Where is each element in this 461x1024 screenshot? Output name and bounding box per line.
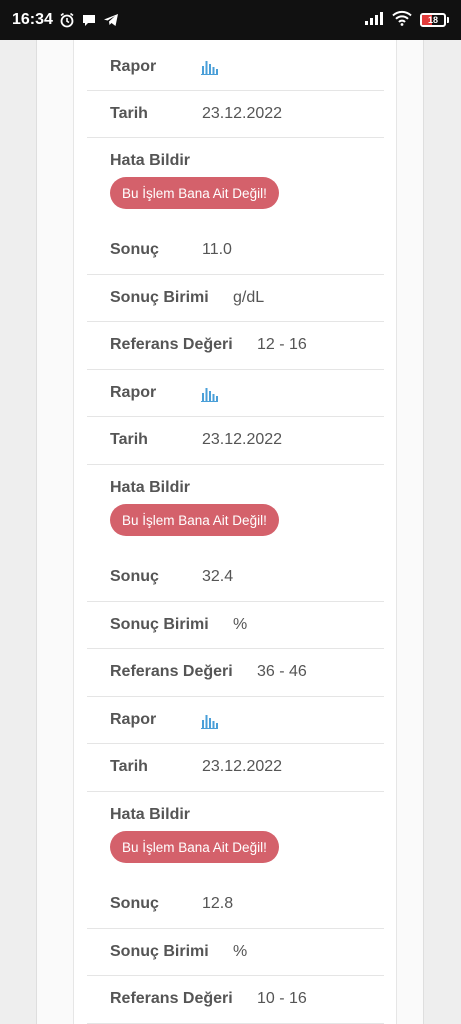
battery-tip xyxy=(447,17,449,23)
row-rapor: Rapor xyxy=(87,44,384,91)
row-sonuc: Sonuç 32.4 xyxy=(87,553,384,602)
bar-chart-icon[interactable] xyxy=(201,59,218,80)
row-tarih: Tarih 23.12.2022 xyxy=(87,417,384,465)
birim-value: % xyxy=(233,616,248,633)
report-error-button[interactable]: Bu İşlem Bana Ait Değil! xyxy=(110,504,279,536)
sonuc-label: Sonuç xyxy=(110,895,159,912)
referans-value: 10 - 16 xyxy=(257,990,307,1007)
tarih-label: Tarih xyxy=(110,431,148,448)
birim-value: % xyxy=(233,943,248,960)
bar-chart-icon[interactable] xyxy=(201,713,218,734)
tarih-label: Tarih xyxy=(110,758,148,775)
signal-icon xyxy=(364,11,384,30)
telegram-icon xyxy=(103,12,119,28)
row-hata-bildir: Hata Bildir Bu İşlem Bana Ait Değil! xyxy=(87,465,384,553)
row-sonuc-birimi: Sonuç Birimi % xyxy=(87,602,384,649)
birim-label: Sonuç Birimi xyxy=(110,289,209,306)
alarm-icon xyxy=(59,12,75,28)
referans-value: 12 - 16 xyxy=(257,336,307,353)
rapor-label: Rapor xyxy=(110,711,157,728)
hata-label: Hata Bildir xyxy=(110,806,191,823)
chat-icon xyxy=(81,12,97,28)
tarih-value: 23.12.2022 xyxy=(202,431,283,448)
birim-label: Sonuç Birimi xyxy=(110,943,209,960)
sonuc-value: 11.0 xyxy=(202,241,232,258)
row-sonuc-birimi: Sonuç Birimi g/dL xyxy=(87,275,384,322)
sonuc-value: 32.4 xyxy=(202,568,234,585)
sonuc-label: Sonuç xyxy=(110,241,159,258)
row-referans: Referans Değeri 12 - 16 xyxy=(87,322,384,370)
referans-label: Referans Değeri xyxy=(110,990,233,1007)
wifi-icon xyxy=(392,10,412,31)
rapor-label: Rapor xyxy=(110,58,157,75)
birim-value: g/dL xyxy=(233,289,265,306)
hata-label: Hata Bildir xyxy=(110,152,191,169)
row-tarih: Tarih 23.12.2022 xyxy=(87,744,384,792)
referans-label: Referans Değeri xyxy=(110,663,233,680)
row-rapor: Rapor xyxy=(87,697,384,744)
row-referans: Referans Değeri 36 - 46 xyxy=(87,649,384,697)
sonuc-label: Sonuç xyxy=(110,568,159,585)
row-rapor: Rapor xyxy=(87,370,384,417)
referans-label: Referans Değeri xyxy=(110,336,233,353)
bar-chart-icon[interactable] xyxy=(201,386,218,407)
status-bar: 16:34 18 xyxy=(0,0,461,40)
status-time: 16:34 xyxy=(12,11,53,28)
row-hata-bildir: Hata Bildir Bu İşlem Bana Ait Değil! xyxy=(87,138,384,226)
row-tarih: Tarih 23.12.2022 xyxy=(87,91,384,138)
report-error-button[interactable]: Bu İşlem Bana Ait Değil! xyxy=(110,177,279,209)
referans-value: 36 - 46 xyxy=(257,663,307,680)
sonuc-value: 12.8 xyxy=(202,895,234,912)
battery-level: 18 xyxy=(427,15,438,25)
hata-label: Hata Bildir xyxy=(110,479,191,496)
row-sonuc: Sonuç 12.8 xyxy=(87,880,384,929)
tarih-label: Tarih xyxy=(110,105,148,122)
report-error-button[interactable]: Bu İşlem Bana Ait Değil! xyxy=(110,831,279,863)
birim-label: Sonuç Birimi xyxy=(110,616,209,633)
battery-icon: 18 xyxy=(420,13,446,27)
row-sonuc: Sonuç 11.0 xyxy=(87,226,384,275)
rapor-label: Rapor xyxy=(110,384,157,401)
row-hata-bildir: Hata Bildir Bu İşlem Bana Ait Değil! xyxy=(87,792,384,880)
tarih-value: 23.12.2022 xyxy=(202,105,283,122)
row-sonuc-birimi: Sonuç Birimi % xyxy=(87,929,384,976)
row-referans: Referans Değeri 10 - 16 xyxy=(87,976,384,1024)
tarih-value: 23.12.2022 xyxy=(202,758,283,775)
